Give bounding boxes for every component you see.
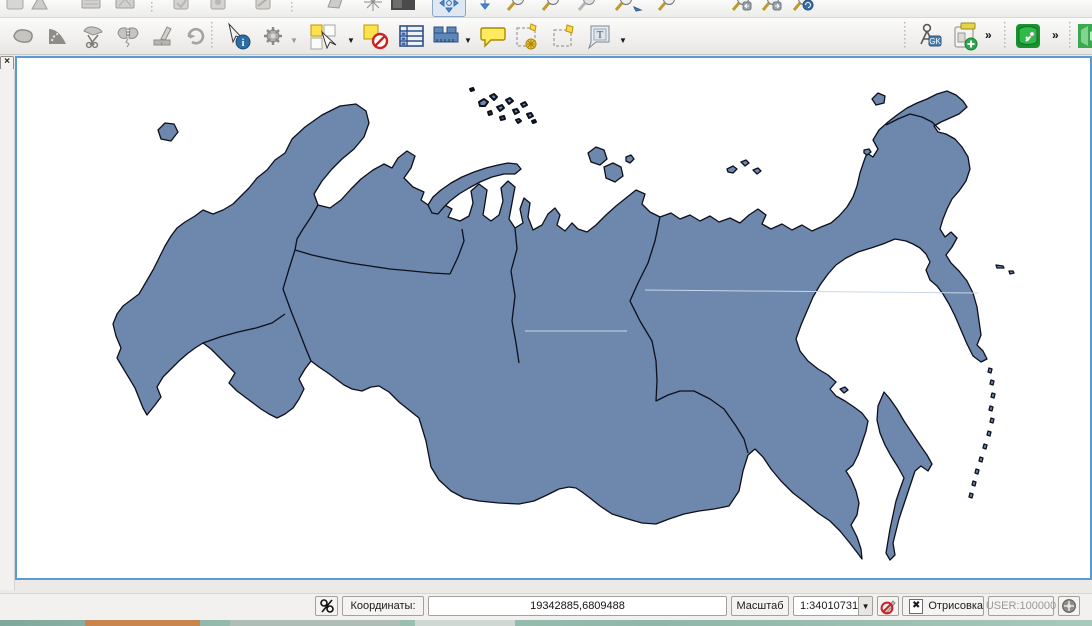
chevron-down-icon[interactable]: ▼ xyxy=(858,597,872,615)
desktop-patch xyxy=(85,620,200,626)
capture-point-icon[interactable] xyxy=(205,0,231,15)
digitize-1-icon[interactable] xyxy=(2,0,28,15)
checkbox-check-icon[interactable]: ✖ xyxy=(909,599,923,614)
map-svg xyxy=(17,58,1090,578)
style-dark-icon[interactable] xyxy=(390,0,416,15)
toolbar-separator xyxy=(1068,22,1072,50)
new-composer-icon[interactable] xyxy=(950,23,982,49)
digitize-3-icon[interactable] xyxy=(78,0,104,15)
delete-ring-icon[interactable] xyxy=(45,23,71,49)
desktop-patch xyxy=(230,620,400,626)
toolbar-separator xyxy=(150,0,154,14)
split-features-icon[interactable] xyxy=(80,23,106,49)
text-annotation-glyph: T xyxy=(597,29,604,41)
new-siberian-islands xyxy=(727,160,761,174)
zoom-full-icon[interactable] xyxy=(575,0,601,15)
zoom-next-icon[interactable] xyxy=(758,0,784,15)
digitize-2-icon[interactable] xyxy=(26,0,52,15)
zoom-in-icon[interactable] xyxy=(503,0,529,15)
gps-tools-icon[interactable]: GK xyxy=(913,23,945,49)
map-canvas[interactable] xyxy=(15,56,1092,580)
chevron-down-icon[interactable]: ▼ xyxy=(347,37,355,45)
zoom-to-selection-icon[interactable] xyxy=(612,0,646,15)
svg-text:GK: GK xyxy=(929,37,941,46)
crs-projector-icon xyxy=(1061,598,1077,614)
panel-close-button[interactable]: × xyxy=(0,56,14,70)
stop-render-icon xyxy=(880,598,897,615)
collapsed-legend-panel[interactable] xyxy=(0,69,15,590)
crs-projector-button[interactable] xyxy=(1058,596,1080,616)
merge-features-icon[interactable] xyxy=(115,23,141,49)
crs-status[interactable]: USER:100000 xyxy=(988,596,1054,616)
digitize-4-icon[interactable] xyxy=(112,0,138,15)
toolbar-overflow-button[interactable]: » xyxy=(1052,28,1058,42)
chevron-down-icon[interactable]: ▼ xyxy=(464,37,472,45)
coordinates-input[interactable] xyxy=(428,596,727,616)
toolbar-top xyxy=(0,0,1092,18)
attribute-table-icon[interactable] xyxy=(396,23,426,49)
scale-combobox[interactable]: 1:34010731 ▼ xyxy=(793,596,873,616)
kuril-islands xyxy=(969,368,995,498)
simplify-feature-icon[interactable] xyxy=(10,23,36,49)
undo-icon[interactable] xyxy=(183,23,209,49)
render-label: Отрисовка xyxy=(928,600,983,612)
postgis-icon[interactable] xyxy=(1012,23,1044,49)
desktop-patch xyxy=(415,620,515,626)
toolbar-overflow-button[interactable]: » xyxy=(985,28,991,42)
map-tips-icon[interactable] xyxy=(478,23,508,49)
deselect-features-icon[interactable] xyxy=(360,23,390,49)
toolbar-separator xyxy=(290,0,294,14)
extents-toggle-button[interactable] xyxy=(315,596,338,616)
capture-polygon-icon[interactable] xyxy=(322,0,348,15)
franz-josef-land xyxy=(470,88,536,123)
toolbar-separator xyxy=(210,22,214,50)
pan-map-icon[interactable] xyxy=(432,0,466,17)
run-action-icon[interactable]: ▼ xyxy=(260,23,286,49)
scale-value: 1:34010731 xyxy=(794,597,858,615)
desktop-strip xyxy=(0,620,1092,626)
zoom-out-icon[interactable] xyxy=(538,0,564,15)
form-annotation-icon[interactable] xyxy=(513,23,543,49)
coordinates-label: Координаты: xyxy=(342,596,424,616)
stop-render-button[interactable] xyxy=(877,596,899,616)
identify-icon[interactable]: i xyxy=(222,23,254,49)
russia-landmass xyxy=(113,91,987,559)
commander-islands xyxy=(996,265,1004,268)
main-area: × xyxy=(0,55,1092,593)
status-bar: Координаты: Масштаб 1:34010731 ▼ ✖ Отрис… xyxy=(0,593,1092,621)
percent-extents-icon xyxy=(319,598,335,614)
pan-to-selection-icon[interactable] xyxy=(472,0,498,15)
russia-layer xyxy=(113,88,1014,560)
measure-icon[interactable]: ▼ xyxy=(430,23,462,49)
snap-cross-icon[interactable] xyxy=(360,0,386,15)
toolbar-attributes: i ▼ ▼ ▼ T▼ GK » » xyxy=(0,18,1092,55)
chevron-down-icon[interactable]: ▼ xyxy=(619,37,627,45)
toolbar-separator xyxy=(903,22,907,50)
save-edits-icon[interactable] xyxy=(168,0,194,15)
svg-text:i: i xyxy=(242,38,245,49)
chevron-down-icon[interactable]: ▼ xyxy=(290,37,298,45)
toolbar-separator xyxy=(1003,22,1007,50)
render-checkbox[interactable]: ✖ Отрисовка xyxy=(902,596,984,616)
zoom-to-layer-icon[interactable] xyxy=(654,0,680,15)
zoom-last-icon[interactable] xyxy=(728,0,754,15)
scale-label: Масштаб xyxy=(731,596,789,616)
zoom-refresh-icon[interactable] xyxy=(790,0,816,15)
capture-line-icon[interactable] xyxy=(250,0,276,15)
application-window: i ▼ ▼ ▼ T▼ GK » » × xyxy=(0,0,1092,626)
move-annotation-icon[interactable] xyxy=(550,23,578,49)
node-fill-icon[interactable] xyxy=(150,23,176,49)
select-features-icon[interactable]: ▼ xyxy=(307,23,345,49)
text-annotation-icon[interactable]: T▼ xyxy=(585,23,615,49)
partial-plugin-icon[interactable] xyxy=(1077,23,1092,49)
